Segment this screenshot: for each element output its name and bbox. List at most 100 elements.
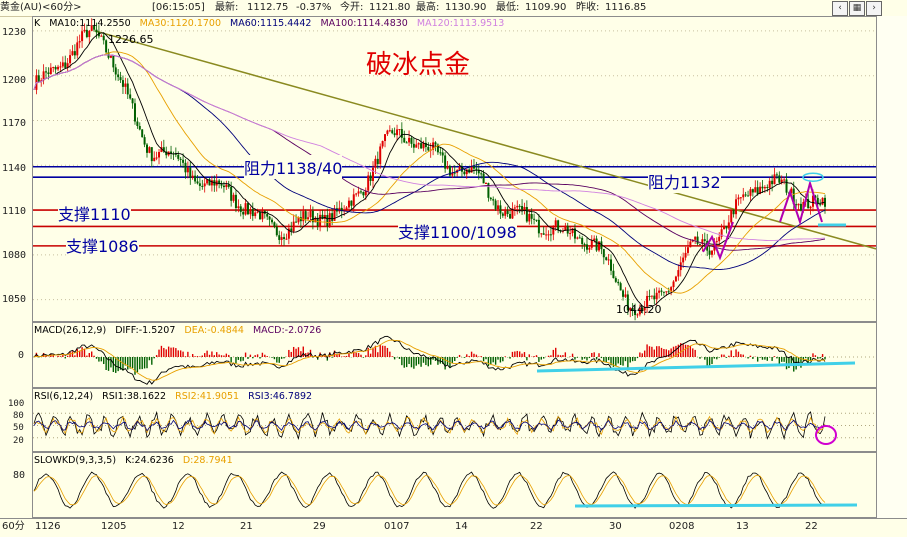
macd-diff-line bbox=[33, 335, 826, 385]
candle-body bbox=[376, 158, 379, 165]
candle-body bbox=[57, 66, 60, 70]
candle-body bbox=[189, 167, 192, 178]
candle-body bbox=[549, 234, 552, 236]
candle-body bbox=[718, 236, 721, 242]
macd-dea-line bbox=[33, 339, 826, 381]
candle-body bbox=[290, 228, 293, 232]
candle-body bbox=[658, 290, 661, 293]
candle-body bbox=[355, 193, 358, 195]
candle-body bbox=[69, 55, 72, 64]
ma10-legend: MA10:1114.2550 bbox=[49, 18, 131, 29]
candle-body bbox=[530, 213, 533, 219]
candle-body bbox=[138, 126, 141, 130]
candle-body bbox=[398, 129, 401, 131]
candle-body bbox=[131, 98, 134, 104]
candle-body bbox=[458, 166, 461, 171]
candle-body bbox=[391, 130, 394, 134]
candle-body bbox=[49, 67, 52, 75]
support-label-1: 支撑1110 bbox=[58, 201, 131, 225]
candle-body bbox=[359, 191, 362, 193]
candle-body bbox=[71, 51, 74, 56]
candle-body bbox=[88, 30, 91, 38]
kd-support-line bbox=[574, 503, 858, 508]
candle-body bbox=[739, 197, 742, 199]
candle-body bbox=[737, 197, 740, 200]
candle-body bbox=[292, 221, 295, 232]
candle-body bbox=[126, 83, 129, 95]
candle-body bbox=[480, 173, 483, 175]
ma30-legend: MA30:1120.1700 bbox=[139, 18, 222, 29]
candle-body bbox=[506, 210, 509, 214]
candle-body bbox=[444, 155, 447, 169]
candle-body bbox=[703, 239, 706, 241]
candle-body bbox=[590, 240, 593, 248]
candle-body bbox=[607, 259, 610, 261]
candle-body bbox=[581, 237, 584, 245]
candle-body bbox=[535, 219, 538, 221]
candle-body bbox=[614, 278, 617, 282]
x-tick: 0208 bbox=[669, 521, 695, 532]
slowkd-d: D:28.7941 bbox=[182, 455, 233, 466]
candle-body bbox=[778, 175, 781, 183]
candle-body bbox=[730, 209, 733, 223]
candle-body bbox=[369, 175, 372, 181]
candle-body bbox=[266, 213, 269, 217]
support-label-2: 支撑1086 bbox=[66, 233, 139, 257]
candle-body bbox=[234, 194, 237, 209]
candle-body bbox=[210, 180, 213, 186]
candle-body bbox=[439, 152, 442, 154]
macd-support-line bbox=[536, 361, 856, 373]
candle-body bbox=[194, 175, 197, 182]
candle-body bbox=[499, 205, 502, 214]
candle-body bbox=[64, 62, 67, 68]
candle-body bbox=[328, 213, 331, 227]
candle-body bbox=[230, 186, 233, 201]
candle-body bbox=[622, 290, 625, 297]
candle-body bbox=[725, 226, 728, 229]
candle-body bbox=[141, 129, 144, 138]
candle-body bbox=[249, 209, 252, 215]
candle-body bbox=[742, 194, 745, 198]
candle-body bbox=[711, 250, 713, 255]
candle-body bbox=[201, 185, 204, 187]
candle-body bbox=[316, 218, 319, 227]
candle-body bbox=[537, 219, 540, 234]
x-tick: 0107 bbox=[384, 521, 410, 532]
candle-body bbox=[309, 210, 312, 218]
candle-body bbox=[136, 121, 139, 127]
candle-body bbox=[509, 213, 512, 219]
candle-body bbox=[45, 71, 48, 73]
rsi2-value: RSI2:41.9051 bbox=[175, 391, 240, 402]
candle-body bbox=[239, 206, 242, 212]
candle-body bbox=[756, 187, 759, 194]
main-label: K bbox=[34, 18, 41, 29]
candle-body bbox=[396, 129, 399, 136]
rsi1-value: RSI1:38.1622 bbox=[102, 391, 167, 402]
candle-body bbox=[83, 29, 86, 32]
candle-body bbox=[583, 244, 586, 246]
candle-body bbox=[768, 180, 771, 188]
candle-body bbox=[95, 29, 98, 33]
candle-body bbox=[485, 183, 487, 185]
candle-body bbox=[682, 257, 685, 263]
resistance-label-1: 阻力1138/40 bbox=[244, 155, 343, 179]
candle-body bbox=[357, 191, 360, 194]
candle-body bbox=[602, 249, 605, 258]
candle-body bbox=[280, 237, 283, 240]
candle-body bbox=[319, 214, 322, 227]
candle-body bbox=[523, 207, 526, 210]
rsi3-value: RSI3:46.7892 bbox=[248, 391, 313, 402]
candle-body bbox=[381, 140, 384, 147]
candle-body bbox=[184, 162, 187, 173]
candle-body bbox=[78, 41, 81, 43]
candle-body bbox=[203, 183, 206, 187]
candle-body bbox=[242, 211, 245, 215]
candle-body bbox=[674, 276, 677, 282]
candle-body bbox=[821, 197, 824, 205]
candle-body bbox=[415, 144, 418, 148]
candle-body bbox=[775, 174, 778, 176]
candle-body bbox=[696, 236, 699, 244]
candle-body bbox=[533, 218, 536, 220]
x-tick: 29 bbox=[313, 521, 326, 532]
trend-line bbox=[94, 30, 877, 250]
